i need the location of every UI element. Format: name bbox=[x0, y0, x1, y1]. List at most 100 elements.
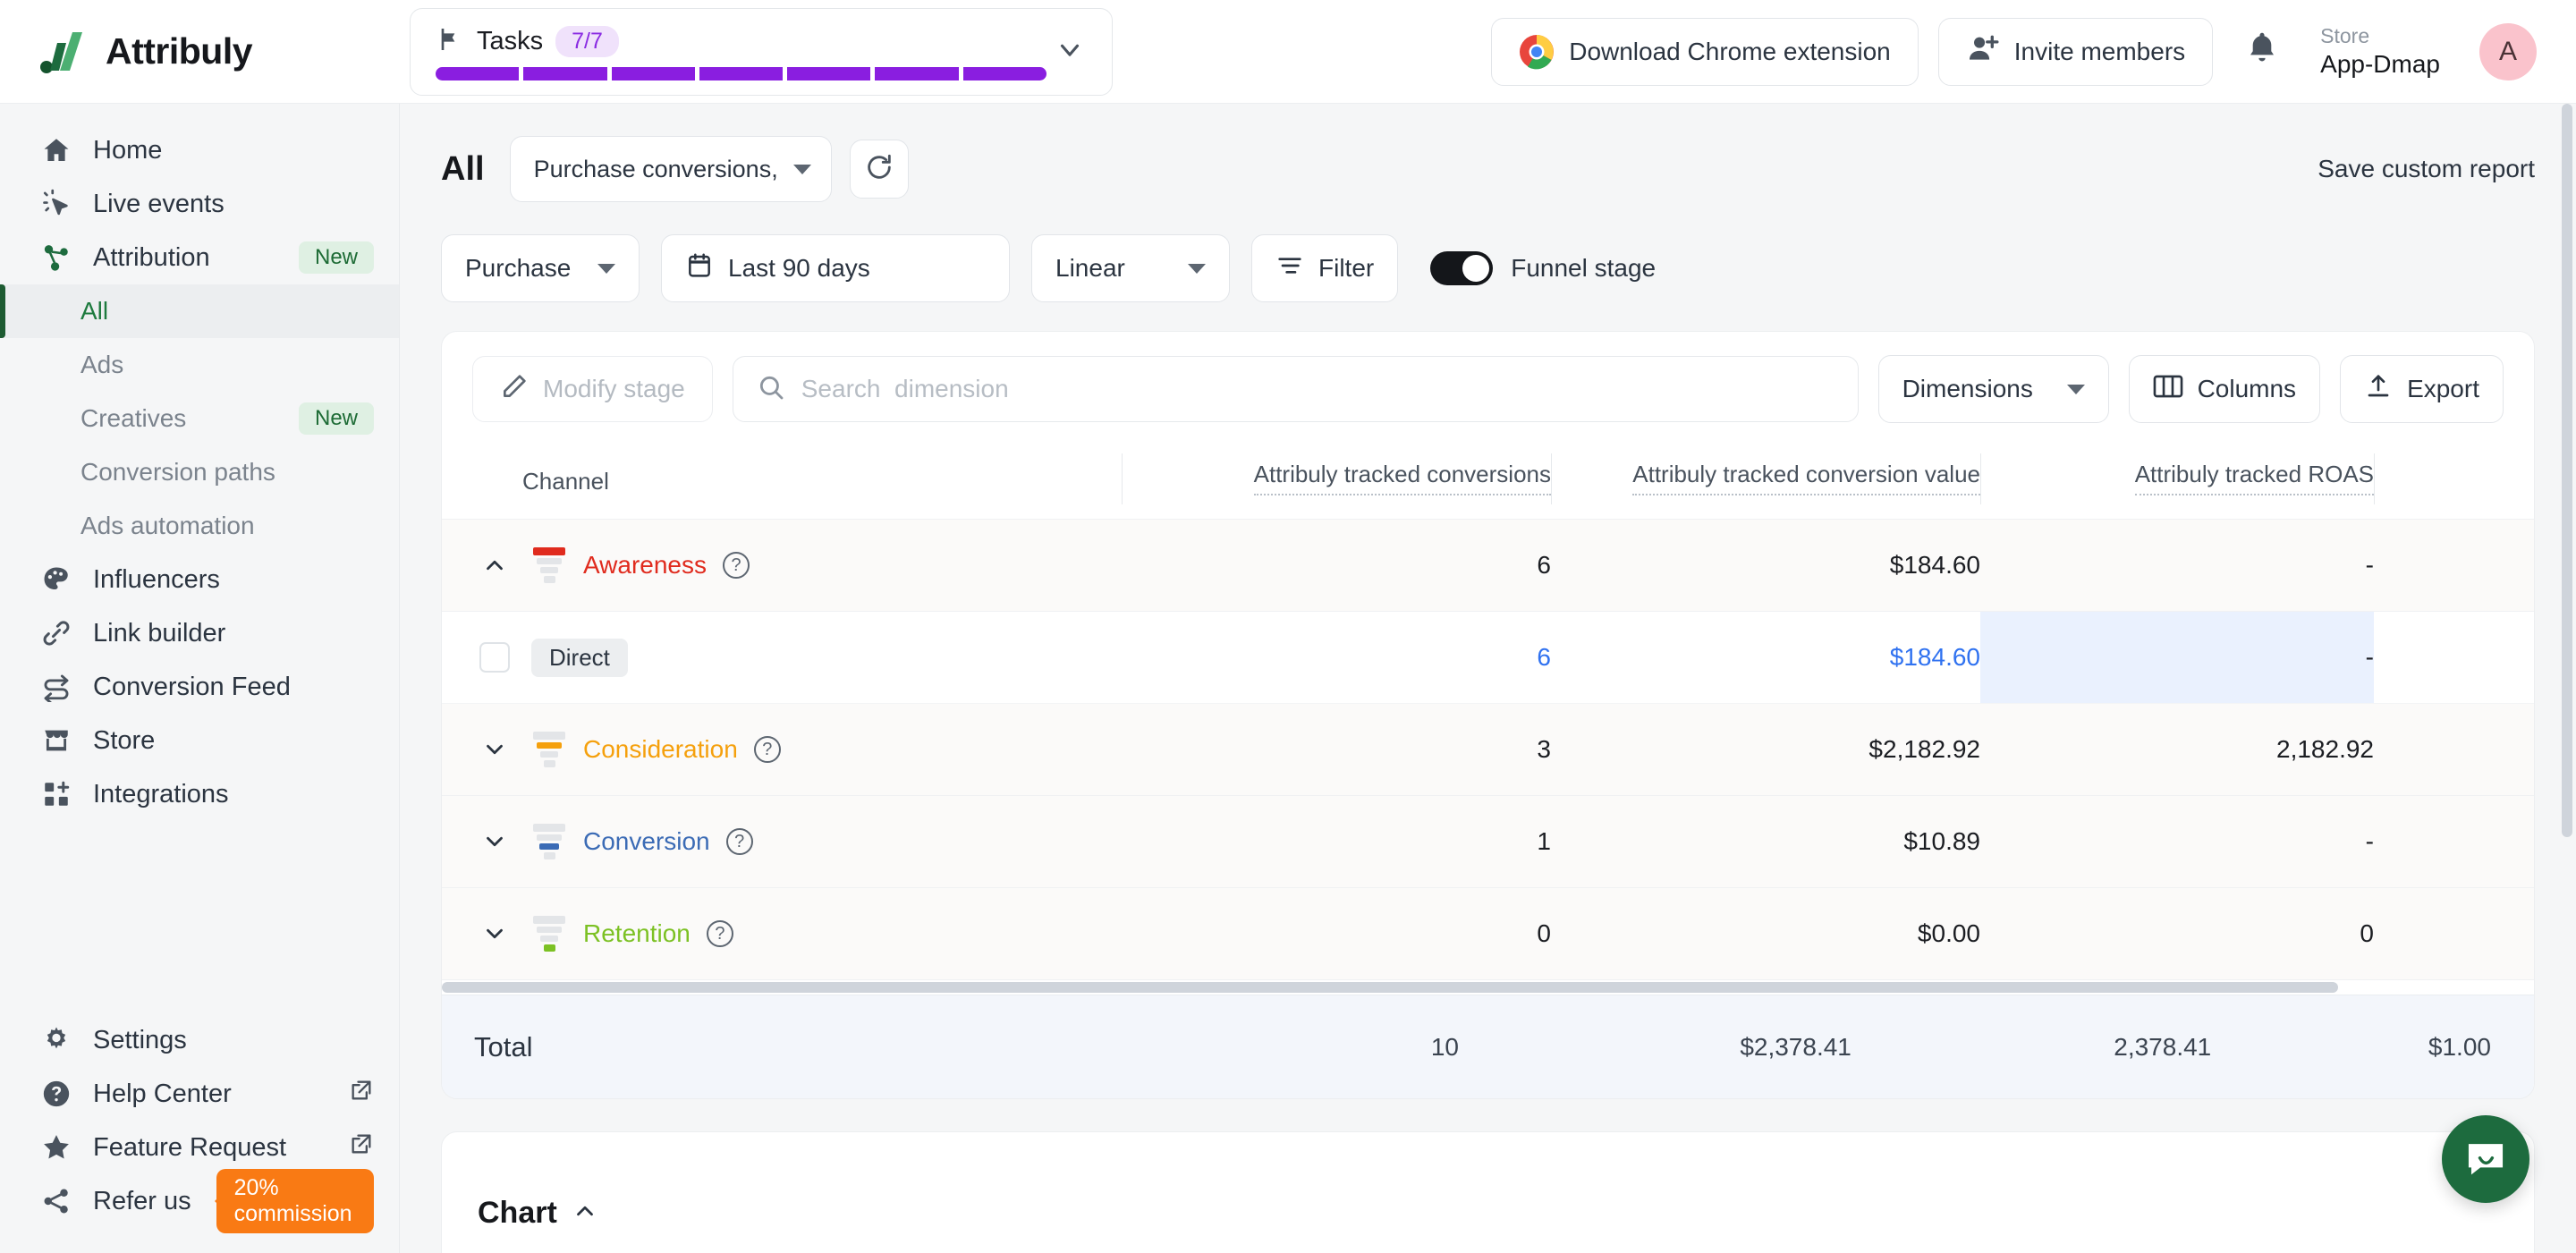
table-body: Awareness ? 6 $184.60 - $0.00 Direct bbox=[442, 519, 2534, 980]
attribution-model-select[interactable]: Linear bbox=[1031, 234, 1230, 302]
cell-spend: $0.00 bbox=[2374, 519, 2534, 612]
gear-icon bbox=[39, 1025, 73, 1055]
sidebar-item-attribution[interactable]: Attribution New bbox=[0, 231, 399, 284]
dimensions-select[interactable]: Dimensions bbox=[1877, 355, 2109, 423]
bell-icon[interactable] bbox=[2233, 30, 2292, 72]
chat-bubble-icon[interactable] bbox=[2442, 1115, 2529, 1203]
column-header-conversions[interactable]: Attribuly tracked conversions bbox=[1122, 444, 1551, 520]
tasks-count-badge: 7/7 bbox=[555, 25, 619, 57]
sidebar-item-live-events[interactable]: Live events bbox=[0, 177, 399, 231]
filter-button[interactable]: Filter bbox=[1251, 234, 1399, 302]
help-question-icon[interactable]: ? bbox=[723, 552, 750, 579]
tasks-widget[interactable]: Tasks 7/7 bbox=[410, 7, 1113, 96]
report-type-value: Purchase conversions, by bbox=[533, 155, 781, 182]
table-row[interactable]: Consideration ? 3 $2,182.92 2,182.92 $1.… bbox=[442, 703, 2534, 796]
help-question-icon[interactable]: ? bbox=[706, 920, 733, 947]
sidebar-item-conversion-paths[interactable]: Conversion paths bbox=[0, 445, 399, 499]
table-row[interactable]: Direct 6 $184.60 - $0.00 bbox=[442, 611, 2534, 704]
row-checkbox[interactable] bbox=[479, 642, 510, 673]
row-collapse-chevron-up-icon[interactable] bbox=[474, 552, 515, 579]
search-dimension-input[interactable] bbox=[801, 375, 1835, 403]
sidebar-item-help-center[interactable]: Help Center bbox=[0, 1067, 399, 1121]
sidebar-item-settings[interactable]: Settings bbox=[0, 1013, 399, 1067]
page-title: All bbox=[441, 149, 485, 188]
sidebar-item-refer-us[interactable]: Refer us 20% commission bbox=[0, 1169, 399, 1233]
funnel-stage-toggle-group: Funnel stage bbox=[1430, 251, 1656, 285]
column-header-channel[interactable]: Channel bbox=[442, 444, 1122, 520]
sidebar-item-creatives[interactable]: Creatives New bbox=[0, 392, 399, 445]
tasks-expand-chevron-down-icon[interactable] bbox=[1055, 34, 1085, 69]
columns-button[interactable]: Columns bbox=[2128, 355, 2321, 423]
column-header-spend[interactable]: Spend bbox=[2374, 444, 2534, 520]
sidebar-item-ads[interactable]: Ads bbox=[0, 338, 399, 392]
cell-conversion-value: $10.89 bbox=[1551, 795, 1980, 888]
column-header-conversion-value[interactable]: Attribuly tracked conversion value bbox=[1551, 444, 1980, 520]
cell-conversion-value[interactable]: $184.60 bbox=[1551, 611, 1980, 704]
report-type-select[interactable]: Purchase conversions, by bbox=[509, 136, 832, 202]
funnel-stage-icon-consideration bbox=[531, 732, 567, 767]
chart-header[interactable]: Chart bbox=[442, 1132, 2534, 1253]
column-header-channel-label: Channel bbox=[522, 468, 609, 495]
invite-members-button[interactable]: Invite members bbox=[1937, 17, 2214, 86]
refresh-icon bbox=[864, 152, 894, 187]
page-vertical-scrollbar[interactable] bbox=[2560, 104, 2574, 1253]
palette-icon bbox=[39, 564, 73, 595]
storefront-icon bbox=[39, 725, 73, 756]
cell-conversions[interactable]: 6 bbox=[1122, 611, 1551, 704]
help-question-icon[interactable]: ? bbox=[725, 828, 753, 855]
sidebar-item-creatives-label: Creatives bbox=[80, 404, 187, 432]
export-button[interactable]: Export bbox=[2340, 355, 2504, 423]
tasks-progress-bar bbox=[436, 67, 1046, 80]
sidebar-item-feature-request[interactable]: Feature Request bbox=[0, 1121, 399, 1174]
report-table: Channel Attribuly tracked conversions At… bbox=[442, 444, 2534, 980]
sidebar-item-link-builder[interactable]: Link builder bbox=[0, 606, 399, 660]
sidebar-item-store[interactable]: Store bbox=[0, 714, 399, 767]
funnel-stage-icon-retention bbox=[531, 916, 567, 952]
funnel-stage-toggle-label: Funnel stage bbox=[1511, 254, 1657, 282]
cell-roas: 2,182.92 bbox=[1980, 703, 2374, 796]
chevron-down-icon bbox=[1188, 263, 1206, 274]
chevron-down-icon bbox=[597, 263, 615, 274]
column-header-roas[interactable]: Attribuly tracked ROAS bbox=[1980, 444, 2374, 520]
stage-name: Awareness bbox=[583, 551, 708, 579]
sidebar-item-ads-automation[interactable]: Ads automation bbox=[0, 499, 399, 553]
table-row[interactable]: Awareness ? 6 $184.60 - $0.00 bbox=[442, 519, 2534, 612]
refer-commission-badge: 20% commission bbox=[216, 1169, 374, 1233]
sidebar-item-home[interactable]: Home bbox=[0, 123, 399, 177]
sidebar-attribution-new-badge: New bbox=[298, 241, 374, 274]
cell-channel: Direct bbox=[442, 611, 1122, 704]
search-dimension-box[interactable] bbox=[732, 356, 1859, 422]
sidebar-item-all[interactable]: All bbox=[0, 284, 399, 338]
cursor-click-icon bbox=[39, 189, 73, 219]
attribution-node-icon bbox=[39, 242, 73, 273]
modify-stage-label: Modify stage bbox=[543, 375, 685, 402]
store-selector[interactable]: Store App-Dmap bbox=[2320, 23, 2440, 80]
top-bar-actions: Download Chrome extension Invite members… bbox=[1491, 17, 2537, 86]
modify-stage-button[interactable]: Modify stage bbox=[472, 356, 713, 422]
funnel-stage-icon-awareness bbox=[531, 547, 567, 583]
funnel-stage-toggle[interactable] bbox=[1430, 251, 1494, 285]
save-custom-report-button[interactable]: Save custom report bbox=[2318, 155, 2535, 183]
refresh-button[interactable] bbox=[849, 140, 909, 199]
table-horizontal-scrollbar[interactable] bbox=[442, 980, 2534, 995]
cell-spend: $0.00 bbox=[2374, 887, 2534, 980]
row-expand-chevron-down-icon[interactable] bbox=[474, 920, 515, 947]
sidebar-item-home-label: Home bbox=[93, 135, 163, 165]
chart-collapse-chevron-up-icon[interactable] bbox=[572, 1198, 598, 1229]
row-expand-chevron-down-icon[interactable] bbox=[474, 828, 515, 855]
event-select[interactable]: Purchase bbox=[441, 234, 640, 302]
avatar[interactable]: A bbox=[2479, 22, 2537, 80]
sidebar-item-conversion-feed[interactable]: Conversion Feed bbox=[0, 660, 399, 714]
table-row[interactable]: Retention ? 0 $0.00 0 $0.00 bbox=[442, 887, 2534, 980]
chart-title: Chart bbox=[478, 1195, 557, 1230]
chart-card: Chart bbox=[441, 1131, 2535, 1253]
table-row[interactable]: Conversion ? 1 $10.89 - $0.00 bbox=[442, 795, 2534, 888]
row-expand-chevron-down-icon[interactable] bbox=[474, 736, 515, 763]
avatar-initial: A bbox=[2498, 36, 2517, 66]
sidebar-item-influencers[interactable]: Influencers bbox=[0, 553, 399, 606]
help-question-icon[interactable]: ? bbox=[753, 736, 781, 763]
sidebar-item-help-center-label: Help Center bbox=[93, 1079, 232, 1108]
download-chrome-extension-button[interactable]: Download Chrome extension bbox=[1491, 17, 1919, 86]
date-range-select[interactable]: Last 90 days bbox=[661, 234, 1010, 302]
sidebar-item-integrations[interactable]: Integrations bbox=[0, 767, 399, 821]
